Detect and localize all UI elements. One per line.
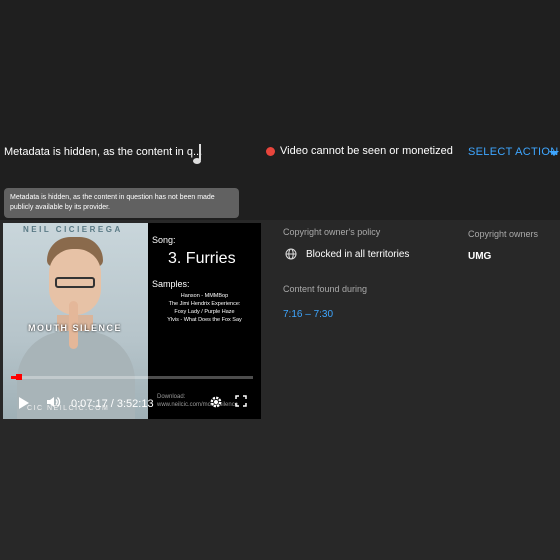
policy-label: Copyright owner's policy bbox=[283, 227, 381, 237]
gear-icon[interactable] bbox=[209, 395, 223, 409]
progress-bar[interactable] bbox=[11, 374, 253, 380]
volume-icon[interactable] bbox=[45, 394, 61, 410]
globe-icon bbox=[285, 248, 297, 260]
metadata-hidden-text[interactable]: Metadata is hidden, as the content in q.… bbox=[4, 146, 202, 158]
album-art-glasses bbox=[55, 277, 95, 288]
sample-item: Ylvis - What Does the Fox Say bbox=[167, 317, 242, 323]
download-url: www.neilcic.com/mouthsilence bbox=[157, 402, 239, 408]
content-found-label: Content found during bbox=[283, 284, 368, 294]
status-dot bbox=[266, 147, 275, 156]
sample-item: Foxy Lady / Purple Haze bbox=[174, 309, 235, 315]
claim-row: Metadata is hidden, as the content in q.… bbox=[0, 138, 560, 168]
policy-value: Blocked in all territories bbox=[306, 249, 410, 260]
content-found-range-link[interactable]: 7:16 – 7:30 bbox=[283, 309, 333, 320]
header-band bbox=[0, 0, 560, 220]
song-label: Song: bbox=[152, 235, 176, 245]
samples-list: Hanson - MMMBop The Jimi Hendrix Experie… bbox=[152, 292, 257, 324]
song-info-panel: Song: 3. Furries Samples: Hanson - MMMBo… bbox=[148, 223, 261, 419]
play-icon[interactable] bbox=[19, 397, 29, 409]
song-title: 3. Furries bbox=[168, 250, 236, 267]
progress-knob[interactable] bbox=[15, 374, 22, 380]
sample-item: The Jimi Hendrix Experience: bbox=[168, 301, 241, 307]
video-player[interactable]: NEIL CICIEREGA MOUTH SILENCE CIC NEILCIC… bbox=[3, 223, 261, 419]
copyright-owner-value: UMG bbox=[468, 251, 492, 262]
chevron-down-icon[interactable] bbox=[549, 151, 559, 156]
metadata-tooltip: Metadata is hidden, as the content in qu… bbox=[4, 188, 239, 218]
download-label: Download: bbox=[157, 394, 186, 400]
sample-item: Hanson - MMMBop bbox=[180, 293, 229, 299]
time-display: 0:07:17 / 3:52:13 bbox=[71, 398, 154, 410]
album-title-text: MOUTH SILENCE bbox=[28, 323, 123, 333]
fullscreen-icon[interactable] bbox=[235, 395, 247, 407]
samples-label: Samples: bbox=[152, 279, 190, 289]
album-art: NEIL CICIEREGA MOUTH SILENCE CIC NEILCIC… bbox=[3, 223, 148, 419]
copyright-owners-label: Copyright owners bbox=[468, 229, 539, 239]
album-artist-text: NEIL CICIEREGA bbox=[23, 225, 123, 234]
status-text: Video cannot be seen or monetized bbox=[280, 145, 453, 157]
music-note-icon bbox=[193, 144, 201, 164]
select-action-button[interactable]: SELECT ACTION bbox=[468, 146, 559, 158]
